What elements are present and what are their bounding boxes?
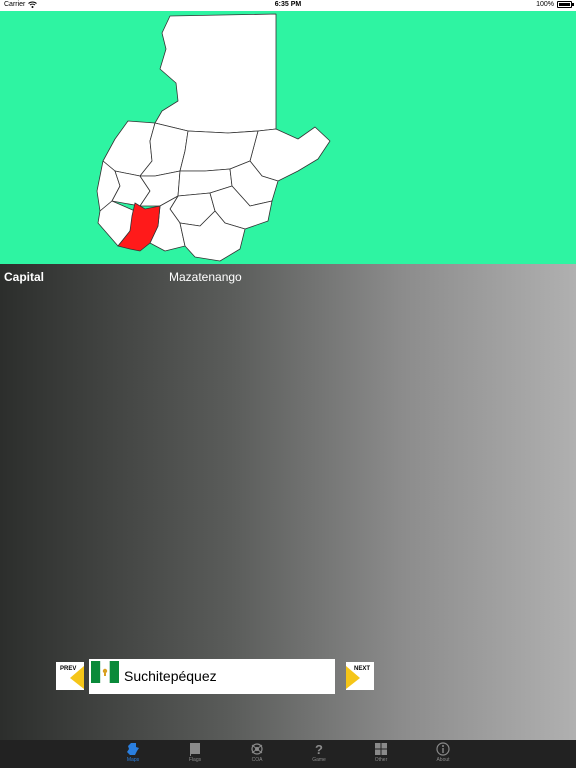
tab-maps-label: Maps [126,757,140,763]
department-name: Suchitepéquez [124,668,217,684]
map-region-izabal[interactable] [249,126,331,182]
status-time: 6:35 PM [274,1,302,8]
tab-coa-label: COA [251,757,263,763]
tab-game[interactable]: ? Game [299,740,339,768]
tab-game-label: Game [312,757,326,763]
tab-flags[interactable]: Flags [175,740,215,768]
next-button-label: NEXT [353,666,370,672]
prev-button[interactable]: PREV [56,662,84,690]
status-bar: Carrier 6:35 PM 100% [0,0,576,11]
svg-text:?: ? [315,742,323,756]
department-name-box: Suchitepéquez [89,659,335,694]
tab-other[interactable]: Other [361,740,401,768]
tab-bar: Maps Flags COA ? Game Other About [0,740,576,768]
battery-group: 100% [536,1,574,8]
info-icon [436,742,450,756]
map-icon [127,743,139,755]
battery-percent: 100% [536,1,554,8]
tab-coa[interactable]: COA [237,740,277,768]
coat-of-arms-icon [251,743,263,755]
tab-about[interactable]: About [423,740,463,768]
department-map[interactable] [0,11,576,264]
question-icon: ? [315,742,323,756]
capital-label: Capital [4,270,45,284]
battery-fill [559,3,570,6]
flag-icon [190,743,200,756]
grid-icon [375,743,387,755]
tab-other-label: Other [374,757,388,763]
capital-value: Mazatenango [169,270,242,284]
info-panel: Capital Mazatenango PREV Suchitepéquez N… [0,264,576,740]
battery-icon [557,1,574,8]
map-panel[interactable] [0,11,576,264]
next-button[interactable]: NEXT [346,662,374,690]
tab-maps[interactable]: Maps [113,740,153,768]
tab-flags-label: Flags [188,757,202,763]
map-region-peten[interactable] [154,13,277,134]
department-flag-icon [91,661,119,683]
tab-about-label: About [436,757,450,763]
prev-button-label: PREV [60,666,77,672]
